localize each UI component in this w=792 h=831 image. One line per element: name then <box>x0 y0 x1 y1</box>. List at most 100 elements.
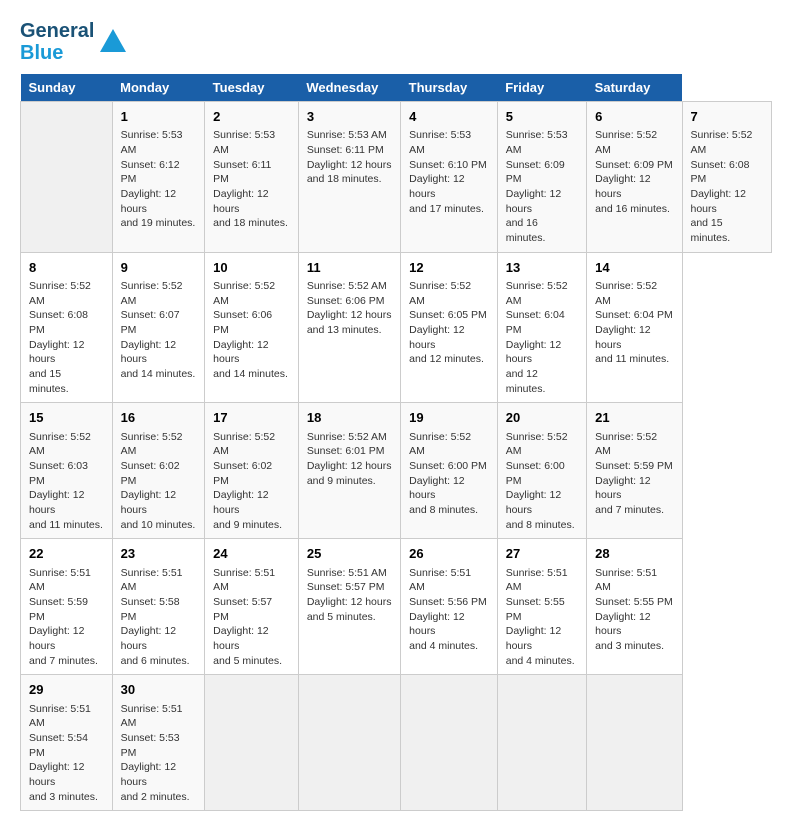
day-number: 14 <box>595 259 673 277</box>
calendar-cell: 25Sunrise: 5:51 AM Sunset: 5:57 PM Dayli… <box>298 539 400 675</box>
calendar-cell: 11 Sunrise: 5:52 AM Sunset: 6:06 PM Dayli… <box>298 252 400 403</box>
day-info: Sunrise: 5:52 AM Sunset: 6:00 PM Dayligh… <box>409 430 489 518</box>
day-info: Sunrise: 5:51 AM Sunset: 5:58 PM Dayligh… <box>121 566 197 669</box>
calendar-cell: 18Sunrise: 5:52 AM Sunset: 6:01 PM Dayli… <box>298 403 400 539</box>
day-info: Sunrise: 5:51 AM Sunset: 5:55 PM Dayligh… <box>506 566 578 669</box>
day-number: 15 <box>29 409 104 427</box>
weekday-header: Friday <box>497 74 586 102</box>
day-info: Sunrise: 5:52 AM Sunset: 6:01 PM Dayligh… <box>307 430 392 489</box>
day-info: Sunrise: 5:51 AM Sunset: 5:57 PM Dayligh… <box>213 566 290 669</box>
day-number: 13 <box>506 259 578 277</box>
day-number: 4 <box>409 108 489 126</box>
day-number: 2 <box>213 108 290 126</box>
calendar-table: SundayMondayTuesdayWednesdayThursdayFrid… <box>20 74 772 811</box>
weekday-header: Wednesday <box>298 74 400 102</box>
weekday-header: Tuesday <box>205 74 299 102</box>
weekday-header: Saturday <box>587 74 682 102</box>
day-info: Sunrise: 5:52 AM Sunset: 6:02 PM Dayligh… <box>213 430 290 533</box>
calendar-cell: 29 Sunrise: 5:51 AM Sunset: 5:54 PM Dayli… <box>21 675 113 811</box>
calendar-cell: 7 Sunrise: 5:52 AM Sunset: 6:08 PM Daylig… <box>682 102 772 253</box>
calendar-cell: 27 Sunrise: 5:51 AM Sunset: 5:55 PM Dayli… <box>497 539 586 675</box>
day-info: Sunrise: 5:52 AM Sunset: 6:09 PM Dayligh… <box>595 128 673 216</box>
day-info: Sunrise: 5:53 AM Sunset: 6:11 PM Dayligh… <box>213 128 290 231</box>
day-info: Sunrise: 5:52 AM Sunset: 6:04 PM Dayligh… <box>595 279 673 367</box>
page-header: General Blue <box>20 20 772 64</box>
day-info: Sunrise: 5:51 AM Sunset: 5:53 PM Dayligh… <box>121 702 197 805</box>
day-info: Sunrise: 5:51 AM Sunset: 5:54 PM Dayligh… <box>29 702 104 805</box>
day-number: 7 <box>691 108 764 126</box>
day-number: 22 <box>29 545 104 563</box>
day-info: Sunrise: 5:52 AM Sunset: 6:00 PM Dayligh… <box>506 430 578 533</box>
day-info: Sunrise: 5:51 AM Sunset: 5:56 PM Dayligh… <box>409 566 489 654</box>
day-number: 27 <box>506 545 578 563</box>
day-info: Sunrise: 5:51 AM Sunset: 5:59 PM Dayligh… <box>29 566 104 669</box>
calendar-cell: 3 Sunrise: 5:53 AM Sunset: 6:11 PM Daylig… <box>298 102 400 253</box>
day-number: 8 <box>29 259 104 277</box>
day-info: Sunrise: 5:52 AM Sunset: 6:03 PM Dayligh… <box>29 430 104 533</box>
calendar-cell <box>497 675 586 811</box>
day-info: Sunrise: 5:52 AM Sunset: 5:59 PM Dayligh… <box>595 430 673 518</box>
day-info: Sunrise: 5:52 AM Sunset: 6:06 PM Dayligh… <box>307 279 392 338</box>
day-info: Sunrise: 5:53 AM Sunset: 6:10 PM Dayligh… <box>409 128 489 216</box>
day-number: 26 <box>409 545 489 563</box>
calendar-cell: 5 Sunrise: 5:53 AM Sunset: 6:09 PM Daylig… <box>497 102 586 253</box>
calendar-cell: 4 Sunrise: 5:53 AM Sunset: 6:10 PM Daylig… <box>401 102 498 253</box>
calendar-cell: 22 Sunrise: 5:51 AM Sunset: 5:59 PM Dayli… <box>21 539 113 675</box>
calendar-cell: 20 Sunrise: 5:52 AM Sunset: 6:00 PM Dayli… <box>497 403 586 539</box>
day-info: Sunrise: 5:52 AM Sunset: 6:08 PM Dayligh… <box>691 128 764 246</box>
day-number: 29 <box>29 681 104 699</box>
day-number: 3 <box>307 108 392 126</box>
calendar-week-row: 15 Sunrise: 5:52 AM Sunset: 6:03 PM Dayli… <box>21 403 772 539</box>
day-number: 12 <box>409 259 489 277</box>
day-number: 5 <box>506 108 578 126</box>
day-info: Sunrise: 5:52 AM Sunset: 6:02 PM Dayligh… <box>121 430 197 533</box>
day-number: 6 <box>595 108 673 126</box>
day-number: 9 <box>121 259 197 277</box>
calendar-cell <box>587 675 682 811</box>
day-number: 30 <box>121 681 197 699</box>
day-number: 17 <box>213 409 290 427</box>
calendar-cell: 24Sunrise: 5:51 AM Sunset: 5:57 PM Dayli… <box>205 539 299 675</box>
calendar-cell: 28 Sunrise: 5:51 AM Sunset: 5:55 PM Dayli… <box>587 539 682 675</box>
calendar-cell: 6 Sunrise: 5:52 AM Sunset: 6:09 PM Daylig… <box>587 102 682 253</box>
logo-icon <box>98 27 128 57</box>
calendar-cell: 1 Sunrise: 5:53 AM Sunset: 6:12 PM Daylig… <box>112 102 205 253</box>
calendar-week-row: 29 Sunrise: 5:51 AM Sunset: 5:54 PM Dayli… <box>21 675 772 811</box>
calendar-cell: 30 Sunrise: 5:51 AM Sunset: 5:53 PM Dayli… <box>112 675 205 811</box>
calendar-week-row: 1 Sunrise: 5:53 AM Sunset: 6:12 PM Daylig… <box>21 102 772 253</box>
calendar-cell <box>298 675 400 811</box>
day-info: Sunrise: 5:53 AM Sunset: 6:12 PM Dayligh… <box>121 128 197 231</box>
weekday-header: Sunday <box>21 74 113 102</box>
day-number: 23 <box>121 545 197 563</box>
calendar-cell: 19Sunrise: 5:52 AM Sunset: 6:00 PM Dayli… <box>401 403 498 539</box>
logo: General Blue <box>20 20 128 64</box>
weekday-header: Thursday <box>401 74 498 102</box>
calendar-cell <box>401 675 498 811</box>
day-number: 11 <box>307 259 392 277</box>
calendar-week-row: 8 Sunrise: 5:52 AM Sunset: 6:08 PM Daylig… <box>21 252 772 403</box>
day-info: Sunrise: 5:52 AM Sunset: 6:07 PM Dayligh… <box>121 279 197 382</box>
calendar-cell <box>205 675 299 811</box>
day-info: Sunrise: 5:52 AM Sunset: 6:08 PM Dayligh… <box>29 279 104 397</box>
day-number: 10 <box>213 259 290 277</box>
day-info: Sunrise: 5:51 AM Sunset: 5:55 PM Dayligh… <box>595 566 673 654</box>
day-info: Sunrise: 5:53 AM Sunset: 6:11 PM Dayligh… <box>307 128 392 187</box>
day-number: 21 <box>595 409 673 427</box>
day-number: 16 <box>121 409 197 427</box>
day-info: Sunrise: 5:52 AM Sunset: 6:05 PM Dayligh… <box>409 279 489 367</box>
calendar-cell: 13Sunrise: 5:52 AM Sunset: 6:04 PM Dayli… <box>497 252 586 403</box>
calendar-cell: 9 Sunrise: 5:52 AM Sunset: 6:07 PM Daylig… <box>112 252 205 403</box>
calendar-cell: 14 Sunrise: 5:52 AM Sunset: 6:04 PM Dayli… <box>587 252 682 403</box>
weekday-header: Monday <box>112 74 205 102</box>
day-number: 25 <box>307 545 392 563</box>
calendar-cell: 15 Sunrise: 5:52 AM Sunset: 6:03 PM Dayli… <box>21 403 113 539</box>
calendar-cell: 10 Sunrise: 5:52 AM Sunset: 6:06 PM Dayli… <box>205 252 299 403</box>
calendar-cell: 8 Sunrise: 5:52 AM Sunset: 6:08 PM Daylig… <box>21 252 113 403</box>
calendar-cell: 2 Sunrise: 5:53 AM Sunset: 6:11 PM Daylig… <box>205 102 299 253</box>
day-info: Sunrise: 5:53 AM Sunset: 6:09 PM Dayligh… <box>506 128 578 246</box>
day-number: 1 <box>121 108 197 126</box>
logo-text: General Blue <box>20 20 94 64</box>
day-number: 28 <box>595 545 673 563</box>
day-number: 20 <box>506 409 578 427</box>
day-info: Sunrise: 5:52 AM Sunset: 6:06 PM Dayligh… <box>213 279 290 382</box>
